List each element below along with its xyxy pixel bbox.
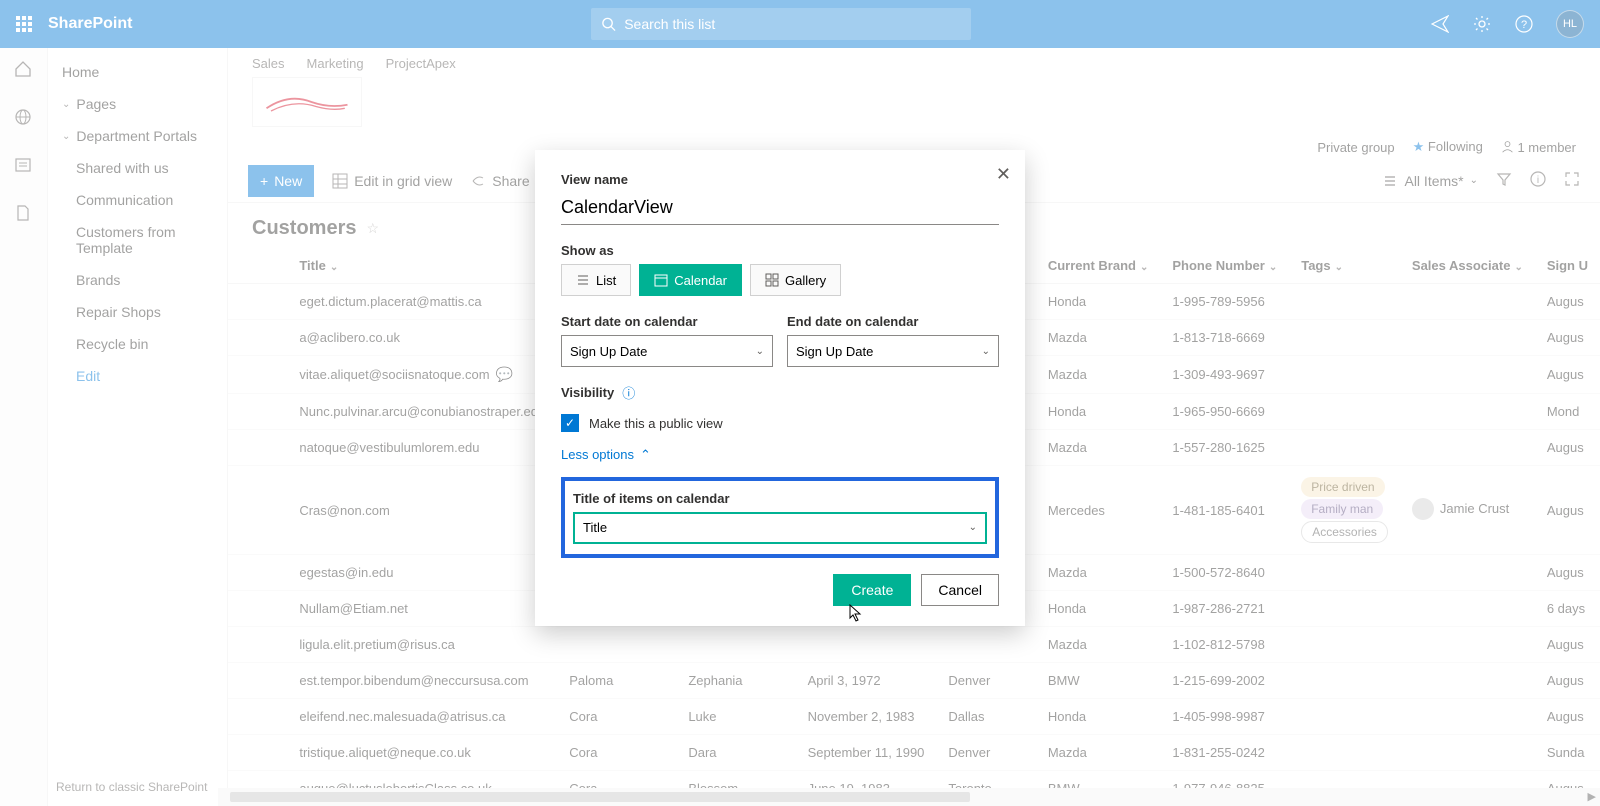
chevron-up-icon: ⌃ bbox=[640, 447, 651, 463]
title-of-items-section: Title of items on calendar Title⌄ bbox=[561, 477, 999, 558]
start-date-select[interactable]: Sign Up Date⌄ bbox=[561, 335, 773, 367]
info-icon[interactable]: ⓘ bbox=[622, 383, 635, 402]
showas-label: Show as bbox=[561, 243, 999, 258]
end-date-label: End date on calendar bbox=[787, 314, 999, 329]
showas-calendar[interactable]: Calendar bbox=[639, 264, 742, 296]
title-items-label: Title of items on calendar bbox=[573, 491, 987, 506]
visibility-label: Visibility bbox=[561, 385, 614, 400]
less-options-toggle[interactable]: Less options ⌃ bbox=[561, 447, 651, 463]
end-date-select[interactable]: Sign Up Date⌄ bbox=[787, 335, 999, 367]
list-icon bbox=[576, 273, 590, 287]
create-view-modal: ✕ View name Show as List Calendar Galler… bbox=[535, 150, 1025, 626]
chevron-down-icon: ⌄ bbox=[982, 346, 990, 357]
viewname-input[interactable] bbox=[561, 193, 999, 225]
create-button[interactable]: Create bbox=[833, 574, 911, 606]
chevron-down-icon: ⌄ bbox=[969, 522, 977, 533]
showas-gallery[interactable]: Gallery bbox=[750, 264, 841, 296]
close-icon[interactable]: ✕ bbox=[996, 164, 1011, 185]
title-items-select[interactable]: Title⌄ bbox=[573, 512, 987, 544]
chevron-down-icon: ⌄ bbox=[756, 346, 764, 357]
cancel-button[interactable]: Cancel bbox=[921, 574, 999, 606]
showas-list[interactable]: List bbox=[561, 264, 631, 296]
public-label: Make this a public view bbox=[589, 416, 723, 431]
start-date-label: Start date on calendar bbox=[561, 314, 773, 329]
viewname-label: View name bbox=[561, 172, 999, 187]
gallery-icon bbox=[765, 273, 779, 287]
public-checkbox[interactable]: ✓ bbox=[561, 414, 579, 432]
calendar-icon bbox=[654, 273, 668, 287]
